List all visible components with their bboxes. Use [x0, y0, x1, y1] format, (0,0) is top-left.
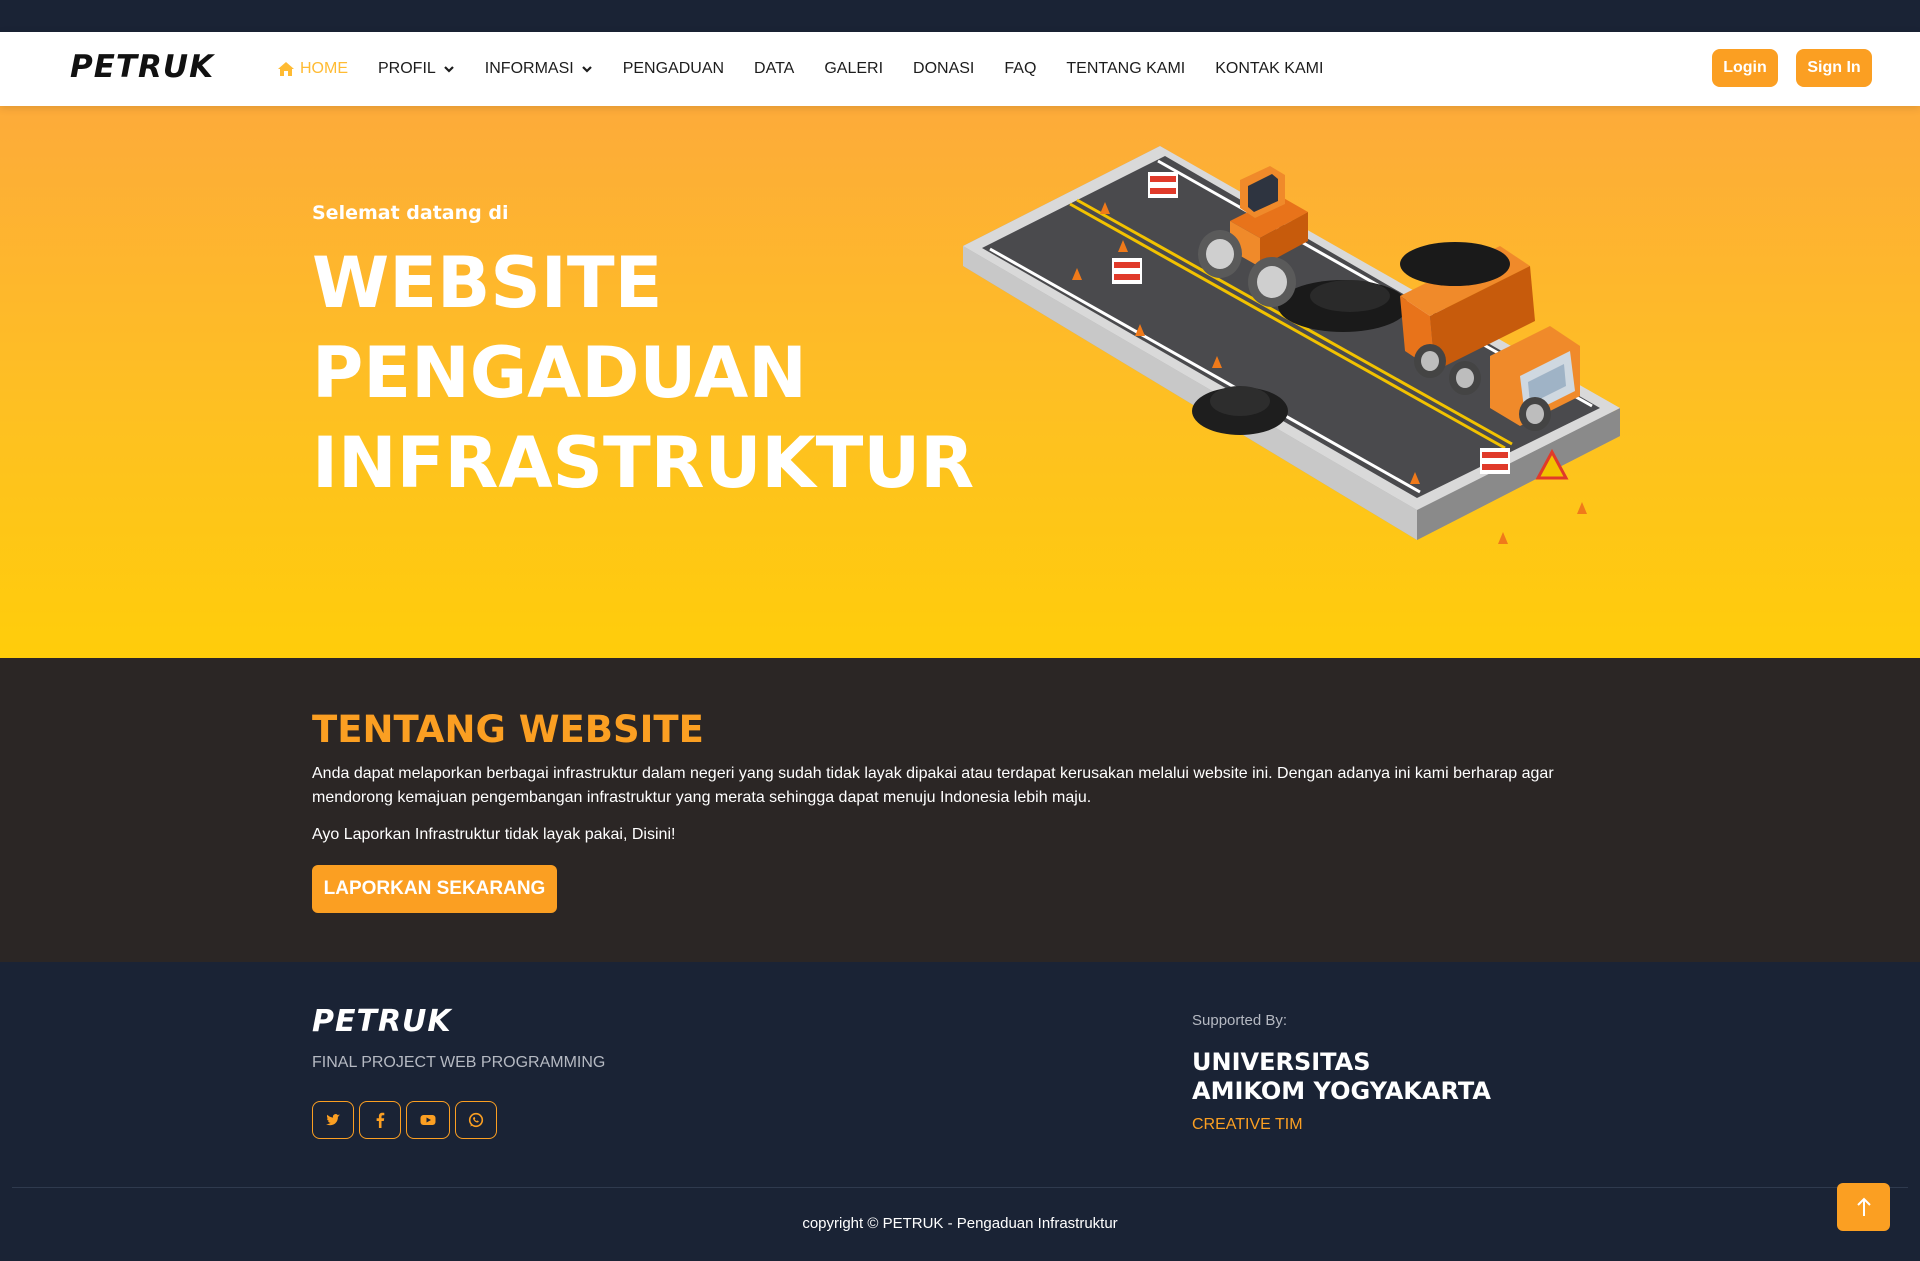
hero-title-line: PENGADUAN [312, 332, 807, 414]
navbar: PETRUK HOME PROFIL INFORMASI PENGADUAN D… [0, 32, 1920, 106]
nav-item-galeri[interactable]: GALERI [824, 60, 883, 78]
youtube-link[interactable] [406, 1101, 450, 1139]
nav-item-donasi[interactable]: DONASI [913, 60, 974, 78]
supported-by-label: Supported By: [1192, 1012, 1288, 1029]
nav-item-label: DONASI [913, 60, 975, 77]
about-title: TENTANG WEBSITE [312, 708, 704, 751]
hero-welcome-text: Selemat datang di [312, 202, 509, 224]
nav-item-label: HOME [300, 60, 348, 77]
whatsapp-link[interactable] [455, 1101, 497, 1139]
arrow-up-icon [1856, 1197, 1871, 1216]
chevron-down-icon [581, 66, 592, 73]
about-section: TENTANG WEBSITE Anda dapat melaporkan be… [0, 658, 1920, 962]
hero-title-line: INFRASTRUKTUR [312, 422, 975, 504]
chevron-down-icon [444, 66, 454, 73]
hero-section: Selemat datang di WEBSITE PENGADUAN INFR… [0, 106, 1920, 658]
facebook-icon [376, 1112, 385, 1128]
road-construction-illustration [963, 146, 1620, 544]
home-icon [278, 62, 294, 76]
whatsapp-icon [468, 1112, 484, 1128]
nav-item-label: GALERI [824, 60, 884, 77]
hero-title-line: WEBSITE [312, 242, 663, 324]
nav-item-data[interactable]: DATA [754, 60, 794, 78]
sign-in-button[interactable]: Sign In [1796, 49, 1872, 87]
footer-divider [12, 1187, 1908, 1188]
social-links [312, 1101, 502, 1139]
nav-item-profil[interactable]: PROFIL [378, 60, 455, 78]
nav-item-label: PROFIL [378, 60, 436, 77]
nav-item-faq[interactable]: FAQ [1004, 60, 1036, 78]
footer-brand-logo: PETRUK [312, 1004, 452, 1039]
nav-item-label: TENTANG KAMI [1066, 60, 1186, 77]
nav-item-home[interactable]: HOME [278, 60, 348, 78]
hero-title: WEBSITE PENGADUAN INFRASTRUKTUR [312, 238, 975, 508]
back-to-top-button[interactable] [1837, 1183, 1890, 1231]
brand-logo[interactable]: PETRUK [70, 49, 214, 85]
nav-item-label: DATA [754, 60, 795, 77]
copyright-text: copyright © PETRUK - Pengaduan Infrastru… [802, 1215, 1118, 1232]
team-name: CREATIVE TIM [1192, 1116, 1303, 1133]
auth-buttons: Login Sign In [1694, 49, 1872, 87]
footer-tagline: FINAL PROJECT WEB PROGRAMMING [312, 1054, 606, 1071]
facebook-link[interactable] [359, 1101, 401, 1139]
about-description: Anda dapat melaporkan berbagai infrastru… [312, 765, 1554, 806]
nav-item-label: KONTAK KAMI [1215, 60, 1324, 77]
nav-item-label: FAQ [1004, 60, 1037, 77]
top-strip [0, 0, 1920, 32]
footer: PETRUK FINAL PROJECT WEB PROGRAMMING Sup… [0, 962, 1920, 1261]
main-menu: HOME PROFIL INFORMASI PENGADUAN DATA GAL… [278, 32, 1353, 106]
nav-item-label: INFORMASI [484, 60, 574, 77]
report-now-button[interactable]: LAPORKAN SEKARANG [312, 865, 557, 913]
twitter-icon [326, 1114, 340, 1126]
login-button[interactable]: Login [1712, 49, 1778, 87]
youtube-icon [420, 1115, 436, 1125]
twitter-link[interactable] [312, 1101, 354, 1139]
nav-item-pengaduan[interactable]: PENGADUAN [623, 60, 724, 78]
nav-item-informasi[interactable]: INFORMASI [485, 60, 593, 78]
nav-item-tentang-kami[interactable]: TENTANG KAMI [1066, 60, 1185, 78]
university-name: UNIVERSITAS AMIKOM YOGYAKARTA [1192, 1048, 1491, 1105]
nav-item-label: PENGADUAN [622, 60, 725, 77]
about-call-to-action: Ayo Laporkan Infrastruktur tidak layak p… [312, 826, 676, 843]
nav-item-kontak-kami[interactable]: KONTAK KAMI [1215, 60, 1323, 78]
